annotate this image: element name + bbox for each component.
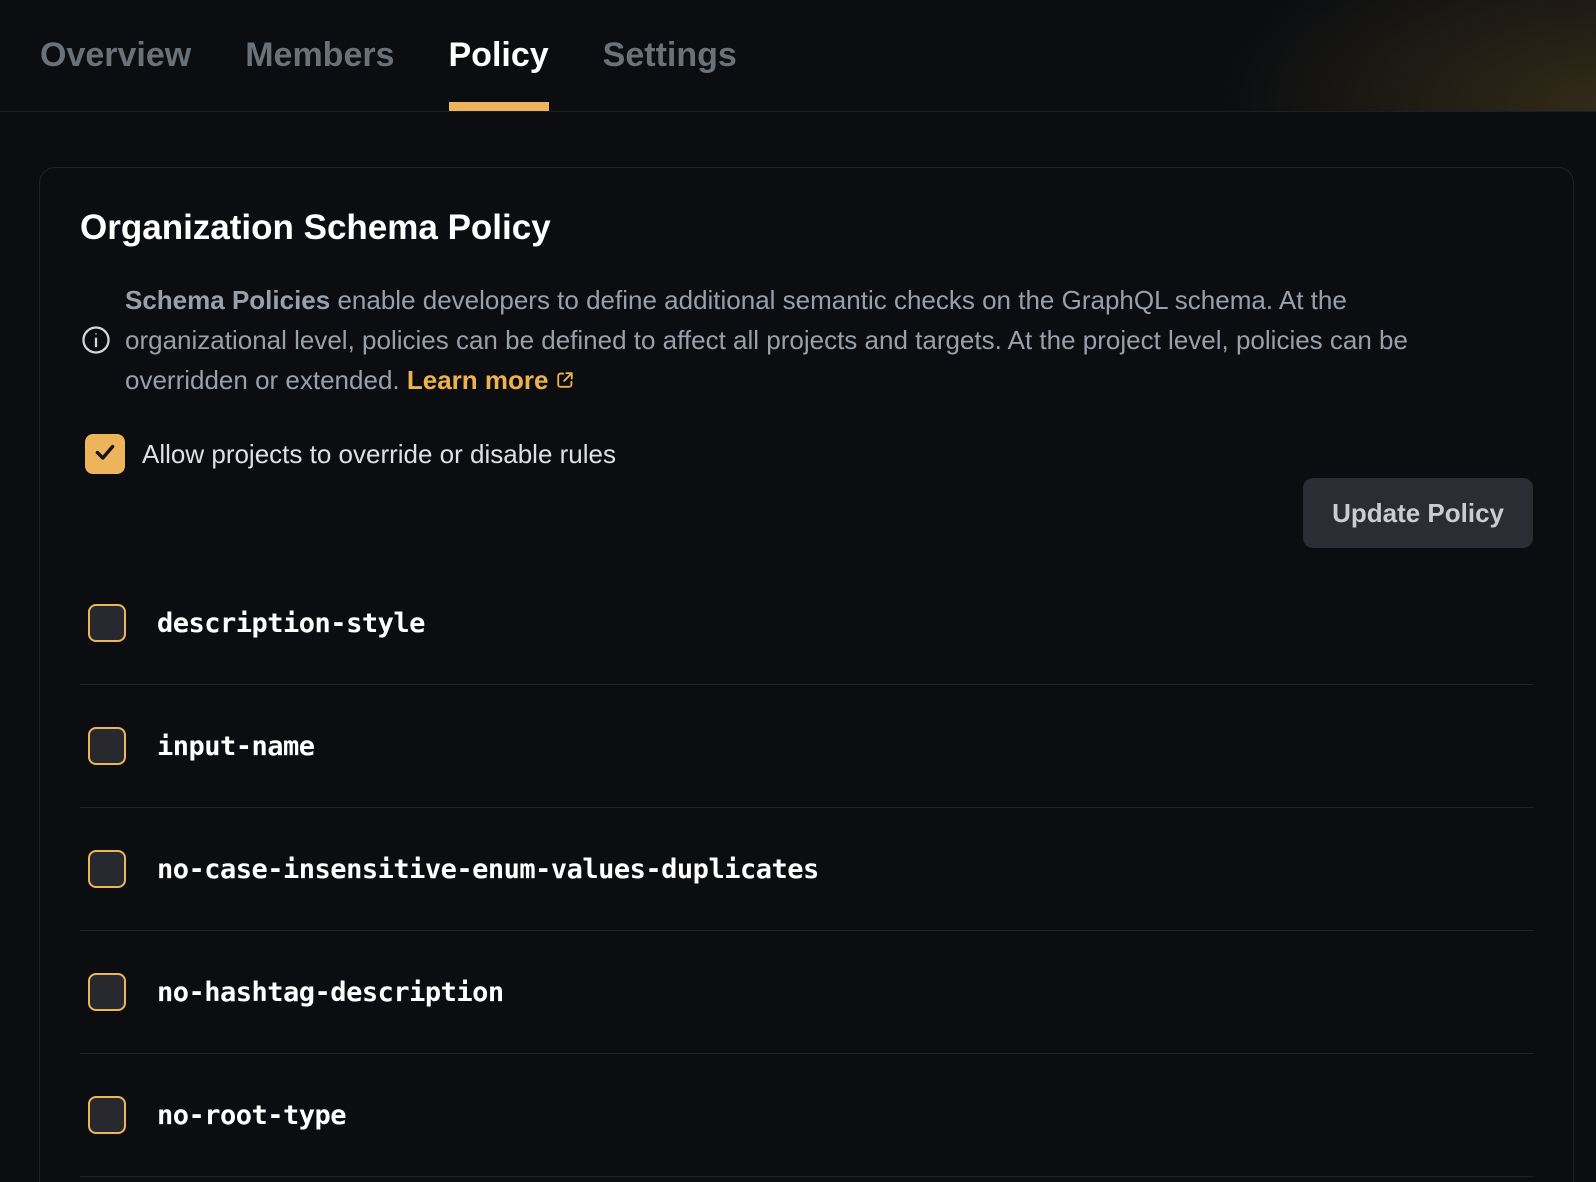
rule-name: input-name xyxy=(157,731,315,762)
tab-members-label: Members xyxy=(245,36,394,75)
description-lead: Schema Policies xyxy=(125,285,330,315)
rule-checkbox-no-hashtag-description[interactable] xyxy=(88,973,126,1011)
rule-checkbox-description-style[interactable] xyxy=(88,604,126,642)
tab-members[interactable]: Members xyxy=(245,0,394,111)
divider xyxy=(80,1176,1533,1177)
rule-name: no-case-insensitive-enum-values-duplicat… xyxy=(157,854,819,885)
rule-checkbox-input-name[interactable] xyxy=(88,727,126,765)
info-circle-icon xyxy=(80,324,112,356)
external-link-icon xyxy=(554,362,576,384)
tab-bar: Overview Members Policy Settings xyxy=(0,0,1596,112)
policy-card: Organization Schema Policy Schema Polici… xyxy=(39,167,1574,1182)
tab-overview-label: Overview xyxy=(40,36,191,75)
rule-row: no-case-insensitive-enum-values-duplicat… xyxy=(80,808,1533,930)
allow-override-label: Allow projects to override or disable ru… xyxy=(142,439,616,470)
learn-more-link[interactable]: Learn more xyxy=(407,365,577,395)
policy-description: Schema Policies enable developers to def… xyxy=(80,280,1533,400)
rules-list: description-style input-name no-case-ins… xyxy=(80,562,1533,1177)
rule-row: input-name xyxy=(80,685,1533,807)
rule-checkbox-no-root-type[interactable] xyxy=(88,1096,126,1134)
learn-more-label: Learn more xyxy=(407,365,549,395)
rule-name: no-root-type xyxy=(157,1100,346,1131)
tab-settings[interactable]: Settings xyxy=(603,0,737,111)
rule-name: description-style xyxy=(157,608,425,639)
rule-checkbox-no-case-insensitive-enum-values-duplicates[interactable] xyxy=(88,850,126,888)
checkmark-icon xyxy=(92,439,118,470)
allow-override-row[interactable]: Allow projects to override or disable ru… xyxy=(80,434,1533,474)
tab-settings-label: Settings xyxy=(603,36,737,75)
update-button-row: Update Policy xyxy=(80,478,1533,548)
allow-override-checkbox[interactable] xyxy=(85,434,125,474)
policy-description-text: Schema Policies enable developers to def… xyxy=(125,280,1500,400)
rule-row: description-style xyxy=(80,562,1533,684)
rule-row: no-hashtag-description xyxy=(80,931,1533,1053)
tab-overview[interactable]: Overview xyxy=(40,0,191,111)
tab-policy-label: Policy xyxy=(449,36,549,75)
rule-name: no-hashtag-description xyxy=(157,977,504,1008)
active-tab-underline xyxy=(449,102,549,111)
tab-policy[interactable]: Policy xyxy=(449,0,549,111)
update-policy-button[interactable]: Update Policy xyxy=(1303,478,1533,548)
page-title: Organization Schema Policy xyxy=(80,208,1533,248)
rule-row: no-root-type xyxy=(80,1054,1533,1176)
